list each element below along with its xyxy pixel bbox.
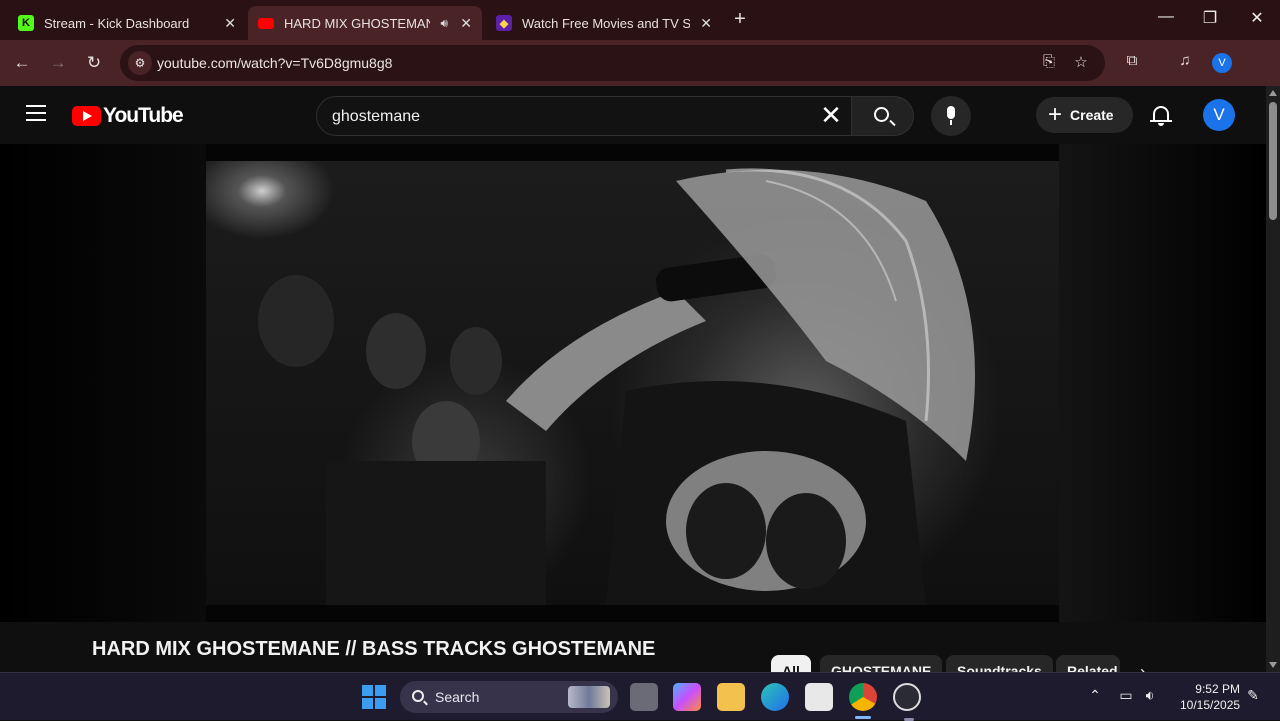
- browser-toolbar: ← → ↻ ⚙ youtube.com/watch?v=Tv6D8gmu8g8 …: [0, 40, 1280, 112]
- kick-icon: K: [18, 15, 34, 31]
- chrome-icon[interactable]: [849, 683, 877, 719]
- tab-kick-dashboard[interactable]: K Stream - Kick Dashboard ✕: [8, 6, 246, 40]
- youtube-icon: [258, 17, 274, 29]
- close-tab-icon[interactable]: ✕: [460, 15, 472, 32]
- browser-profile-avatar[interactable]: V: [1212, 53, 1232, 73]
- taskbar-search-label: Search: [435, 689, 480, 705]
- forward-icon[interactable]: →: [47, 52, 69, 74]
- clock-time: 9:52 PM: [1195, 682, 1240, 696]
- reload-icon[interactable]: ↻: [83, 52, 105, 74]
- watch-metadata: HARD MIX GHOSTEMANE // BASS TRACKS GHOST…: [0, 622, 1266, 687]
- windows-start-icon[interactable]: [362, 685, 386, 709]
- speaker-icon[interactable]: 🔊︎: [440, 16, 448, 31]
- browser-tab-strip: K Stream - Kick Dashboard ✕ HARD MIX GHO…: [0, 0, 1280, 40]
- site-info-icon[interactable]: ⚙: [128, 51, 152, 75]
- tab-free-movies[interactable]: ◆ Watch Free Movies and TV Shows ✕: [486, 6, 722, 40]
- youtube-wordmark: YouTube: [103, 104, 184, 127]
- install-app-icon[interactable]: ⎘: [1039, 53, 1059, 70]
- url-text[interactable]: youtube.com/watch?v=Tv6D8gmu8g8: [157, 55, 392, 71]
- scrollbar-thumb[interactable]: [1269, 102, 1277, 220]
- close-tab-icon[interactable]: ✕: [224, 15, 236, 32]
- address-bar[interactable]: ⚙ youtube.com/watch?v=Tv6D8gmu8g8 ⎘ ☆: [120, 45, 1105, 81]
- create-label: Create: [1070, 107, 1114, 123]
- create-button[interactable]: + Create: [1036, 97, 1133, 133]
- search-input[interactable]: ghostemane ✕: [316, 96, 852, 136]
- search-icon: [874, 107, 889, 122]
- obs-icon[interactable]: [893, 683, 921, 721]
- volume-icon[interactable]: 🔉︎: [1140, 687, 1160, 704]
- close-tab-icon[interactable]: ✕: [700, 15, 712, 32]
- search-highlight-image: [568, 686, 610, 708]
- chevron-up-icon[interactable]: ⌃: [1085, 687, 1105, 704]
- file-explorer-icon[interactable]: [717, 683, 745, 711]
- tab-search-icon[interactable]: ⧉: [1121, 52, 1143, 69]
- video-player[interactable]: [206, 144, 1059, 622]
- ambient-right: [1059, 144, 1266, 622]
- tab-youtube-video[interactable]: HARD MIX GHOSTEMANE / BASS TRACKS GHOSTE…: [248, 6, 482, 40]
- edge-icon[interactable]: [761, 683, 789, 711]
- tab-title: HARD MIX GHOSTEMANE / BASS TRACKS GHOSTE…: [284, 15, 430, 31]
- voice-search-button[interactable]: [931, 96, 971, 136]
- restore-icon[interactable]: ❐: [1200, 8, 1220, 28]
- tab-title: Watch Free Movies and TV Shows: [522, 15, 690, 31]
- new-tab-button[interactable]: +: [730, 9, 750, 29]
- scroll-down-icon[interactable]: [1269, 662, 1277, 668]
- clock-date: 10/15/2025: [1180, 698, 1241, 712]
- task-view-icon[interactable]: [630, 683, 658, 711]
- taskbar-search-box[interactable]: Search: [400, 681, 618, 713]
- page-scrollbar[interactable]: [1266, 86, 1280, 672]
- account-avatar[interactable]: V: [1203, 99, 1235, 131]
- plus-icon: +: [1048, 101, 1063, 128]
- microphone-icon: [947, 106, 955, 125]
- youtube-play-icon: [72, 106, 101, 126]
- copilot-icon[interactable]: [673, 683, 701, 711]
- video-title: HARD MIX GHOSTEMANE // BASS TRACKS GHOST…: [92, 638, 656, 660]
- notifications-icon[interactable]: ✎: [1243, 687, 1263, 704]
- back-icon[interactable]: ←: [11, 52, 33, 74]
- tab-title: Stream - Kick Dashboard: [44, 15, 190, 31]
- youtube-masthead: YouTube ghostemane ✕ + Create V: [0, 86, 1266, 144]
- video-frame[interactable]: [206, 161, 1059, 605]
- network-icon[interactable]: ▭: [1116, 687, 1136, 704]
- microsoft-store-icon[interactable]: [805, 683, 833, 711]
- menu-icon[interactable]: [26, 105, 46, 121]
- windows-taskbar: Search ⌃ ▭ 🔉︎ 9:52 PM 10/15/2025 ✎: [0, 672, 1280, 721]
- close-window-icon[interactable]: ✕: [1247, 8, 1267, 28]
- youtube-logo[interactable]: YouTube: [72, 104, 184, 128]
- search-query-text[interactable]: ghostemane: [332, 108, 420, 126]
- purple-app-icon: ◆: [496, 15, 512, 31]
- search-icon: [412, 690, 424, 702]
- minimize-icon[interactable]: —: [1156, 8, 1176, 26]
- bookmark-star-icon[interactable]: ☆: [1071, 53, 1091, 71]
- player-area: [0, 144, 1266, 622]
- clear-search-icon[interactable]: ✕: [817, 102, 845, 130]
- video-frame-art: [258, 168, 975, 605]
- media-controls-icon[interactable]: ♫: [1174, 52, 1196, 69]
- ambient-left: [0, 144, 206, 622]
- taskbar-clock[interactable]: 9:52 PM 10/15/2025: [1180, 681, 1240, 713]
- scroll-up-icon[interactable]: [1269, 90, 1277, 96]
- notifications-bell-icon[interactable]: [1150, 104, 1172, 126]
- search-button[interactable]: [851, 96, 914, 136]
